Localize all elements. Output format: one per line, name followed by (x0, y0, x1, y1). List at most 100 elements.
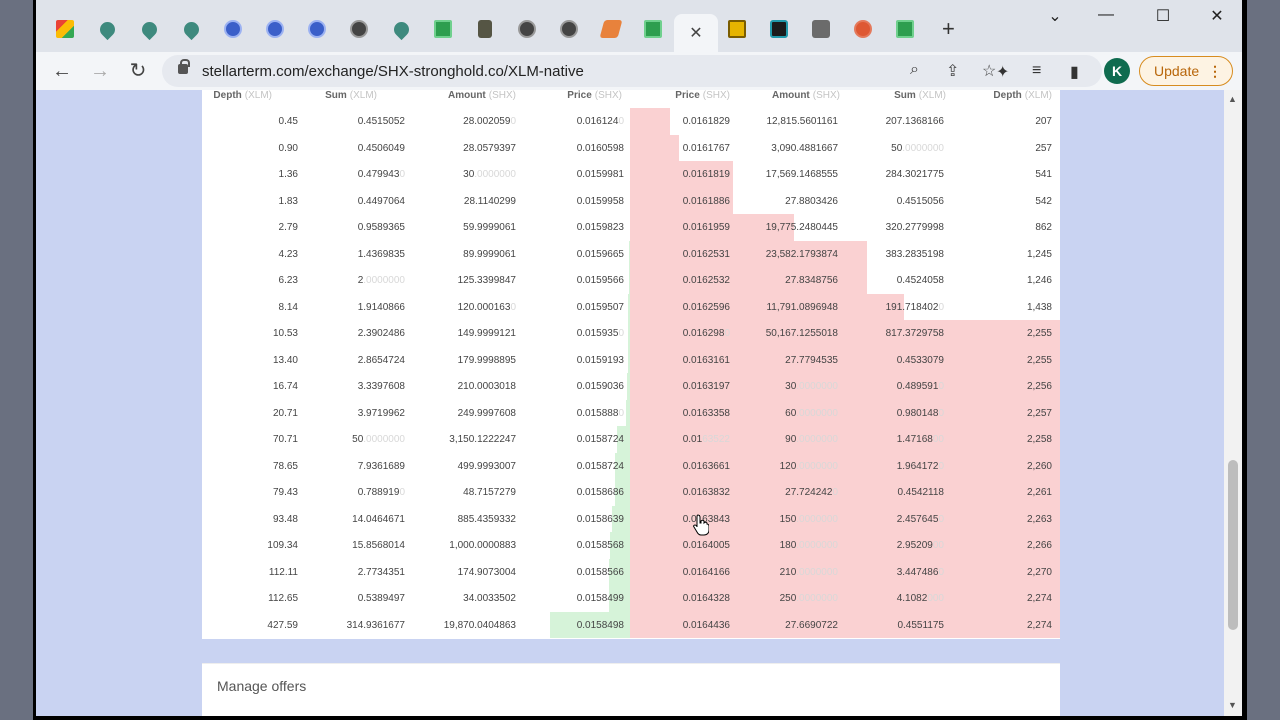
profile-avatar[interactable]: K (1104, 58, 1130, 84)
ask-row[interactable]: 0.0164436 27.6690722 0.4551175 2,274 (630, 611, 1060, 638)
stellar-drop-icon (138, 18, 160, 40)
minimize-button[interactable]: — (1091, 6, 1121, 24)
bid-cell-sum: 15.8568014 (352, 540, 405, 551)
bid-row[interactable]: 1.36 0.4799430 30.0000000 0.0159981 (202, 161, 630, 188)
ask-row[interactable]: 0.0163661 120.0000000 1.9641720 2,260 (630, 452, 1060, 479)
browser-tab[interactable] (92, 14, 122, 44)
browser-tab[interactable] (302, 14, 332, 44)
bid-row[interactable]: 78.65 7.9361689 499.9993007 0.0158724 (202, 452, 630, 479)
scroll-down-icon[interactable]: ▼ (1228, 700, 1237, 710)
extensions-icon[interactable]: ✦ (996, 62, 1009, 82)
ask-row[interactable]: 0.0163161 27.7794535 0.4533079 2,255 (630, 346, 1060, 373)
ask-row[interactable]: 0.0162532 27.8348756 0.4524058 1,246 (630, 267, 1060, 294)
bid-row[interactable]: 4.23 1.4369835 89.9999061 0.0159665 (202, 240, 630, 267)
browser-tab[interactable] (638, 14, 668, 44)
bid-cell-sum: 50.0000000 (352, 434, 405, 445)
bid-row[interactable]: 0.90 0.4506049 28.0579397 0.0160598 (202, 134, 630, 161)
ask-cell-amount: 11,791.0896948 (766, 302, 838, 313)
ask-row[interactable]: 0.0163358 60.0000000 0.9801480 2,257 (630, 399, 1060, 426)
bid-cell-price: 0.0158639 (577, 514, 624, 525)
reload-button[interactable]: ↻ (124, 58, 152, 84)
update-button[interactable]: Update ⋮ (1139, 56, 1233, 86)
bookmark-star-icon[interactable]: ☆ (982, 61, 996, 81)
close-icon[interactable]: ✕ (689, 23, 702, 43)
reading-list-icon[interactable]: ≡ (1032, 62, 1041, 80)
bid-row[interactable]: 8.14 1.9140866 120.0001630 0.0159507 (202, 293, 630, 320)
ask-row[interactable]: 0.0164328 250.0000000 4.1082000 2,274 (630, 585, 1060, 612)
bid-row[interactable]: 6.23 2.0000000 125.3399847 0.0159566 (202, 267, 630, 294)
new-tab-button[interactable]: + (942, 16, 955, 42)
bid-row[interactable]: 70.71 50.0000000 3,150.1222247 0.0158724 (202, 426, 630, 453)
page-scrollbar[interactable]: ▲ ▼ (1224, 90, 1242, 716)
bid-row[interactable]: 13.40 2.8654724 179.9998895 0.0159193 (202, 346, 630, 373)
ask-row[interactable]: 0.0162980 50,167.1255018 817.3729758 2,255 (630, 320, 1060, 347)
cell-value: 2,261 (1026, 487, 1052, 498)
side-panel-icon[interactable]: ▮ (1070, 62, 1079, 82)
ask-row[interactable]: 0.0164166 210.0000000 3.4474860 2,270 (630, 558, 1060, 585)
cell-value: 28.002059 (463, 116, 511, 127)
browser-tab[interactable]: ✕ (674, 14, 718, 52)
bid-row[interactable]: 427.59 314.9361677 19,870.0404863 0.0158498 (202, 611, 630, 638)
scroll-up-icon[interactable]: ▲ (1228, 94, 1237, 104)
ask-row[interactable]: 0.0161886 27.8803426 0.4515056 542 (630, 187, 1060, 214)
bid-row[interactable]: 20.71 3.9719962 249.9997608 0.0158880 (202, 399, 630, 426)
bid-cell-price: 0.0158724 (577, 434, 624, 445)
forward-button[interactable]: → (86, 58, 114, 84)
browser-tab[interactable] (176, 14, 206, 44)
maximize-button[interactable]: ☐ (1148, 6, 1178, 26)
browser-tab[interactable] (470, 14, 500, 44)
bid-row[interactable]: 16.74 3.3397608 210.0003018 0.0159036 (202, 373, 630, 400)
tab-search-icon[interactable]: ⌄ (1040, 6, 1070, 26)
browser-tab[interactable] (806, 14, 836, 44)
ask-cell-amount: 50,167.1255018 (766, 328, 838, 339)
browser-tab[interactable] (260, 14, 290, 44)
share-icon[interactable]: ⇪ (946, 61, 959, 81)
bid-row[interactable]: 112.11 2.7734351 174.9073004 0.0158566 (202, 558, 630, 585)
browser-tab[interactable] (512, 14, 542, 44)
ask-cell-amount: 250.0000000 (780, 593, 838, 604)
browser-tab[interactable] (722, 14, 752, 44)
robot-icon (812, 20, 830, 38)
ask-cell-depth: 2,255 (1027, 328, 1052, 339)
browser-tab[interactable] (596, 14, 626, 44)
ask-row[interactable]: 0.0163832 27.7242420 0.4542118 2,261 (630, 479, 1060, 506)
back-button[interactable]: ← (48, 58, 76, 84)
bid-row[interactable]: 93.48 14.0464671 885.4359332 0.0158639 (202, 505, 630, 532)
ask-row[interactable]: 0.0161829 12,815.5601161 207.1368166 207 (630, 108, 1060, 135)
browser-tab[interactable] (428, 14, 458, 44)
browser-tab[interactable] (344, 14, 374, 44)
bid-cell-amount: 28.1140299 (464, 196, 516, 207)
browser-tab[interactable] (50, 14, 80, 44)
bid-row[interactable]: 1.83 0.4497064 28.1140299 0.0159958 (202, 187, 630, 214)
ask-row[interactable]: 0.0161959 19,775.2480445 320.2779998 862 (630, 214, 1060, 241)
cell-value: 1,245 (1026, 248, 1052, 260)
zoom-icon[interactable]: ⌕ (910, 61, 919, 79)
browser-tab[interactable] (890, 14, 920, 44)
ask-row[interactable]: 0.0162531 23,582.1793874 383.2835198 1,245 (630, 240, 1060, 267)
bid-row[interactable]: 79.43 0.7889190 48.7157279 0.0158686 (202, 479, 630, 506)
browser-tab[interactable] (554, 14, 584, 44)
ask-row[interactable]: 0.0162596 11,791.0896948 191.7184020 1,438 (630, 293, 1060, 320)
address-bar[interactable]: stellarterm.com/exchange/SHX-stronghold.… (162, 55, 1102, 87)
cell-value-padding: .0000000 (474, 169, 516, 180)
ask-row[interactable]: 0.0163197 30.0000000 0.4895910 2,256 (630, 373, 1060, 400)
bid-row[interactable]: 109.34 15.8568014 1,000.0000883 0.0158568 (202, 532, 630, 559)
bid-row[interactable]: 2.79 0.9589365 59.9999061 0.0159823 (202, 214, 630, 241)
ask-row[interactable]: 0.0163522 90.0000000 1.4716800 2,258 (630, 426, 1060, 453)
ask-row[interactable]: 0.0161819 17,569.1468555 284.3021775 541 (630, 161, 1060, 188)
cell-value: 0.9589365 (357, 222, 405, 233)
bid-row[interactable]: 10.53 2.3902486 149.9999121 0.0159350 (202, 320, 630, 347)
browser-tab[interactable] (134, 14, 164, 44)
column-header-amount: Amount (SHX) (448, 90, 516, 101)
ask-row[interactable]: 0.0161767 3,090.4881667 50.0000000 257 (630, 134, 1060, 161)
cell-value: 1.964172 (896, 460, 939, 472)
bid-cell-depth: 10.53 (273, 328, 298, 339)
browser-tab[interactable] (386, 14, 416, 44)
bid-row[interactable]: 0.45 0.4515052 28.0020590 0.0161240 (202, 108, 630, 135)
browser-tab[interactable] (218, 14, 248, 44)
browser-tab[interactable] (848, 14, 878, 44)
scroll-thumb[interactable] (1228, 460, 1238, 630)
browser-tab[interactable] (764, 14, 794, 44)
bid-row[interactable]: 112.65 0.5389497 34.0033502 0.0158499 (202, 585, 630, 612)
close-window-button[interactable]: ✕ (1202, 6, 1232, 26)
